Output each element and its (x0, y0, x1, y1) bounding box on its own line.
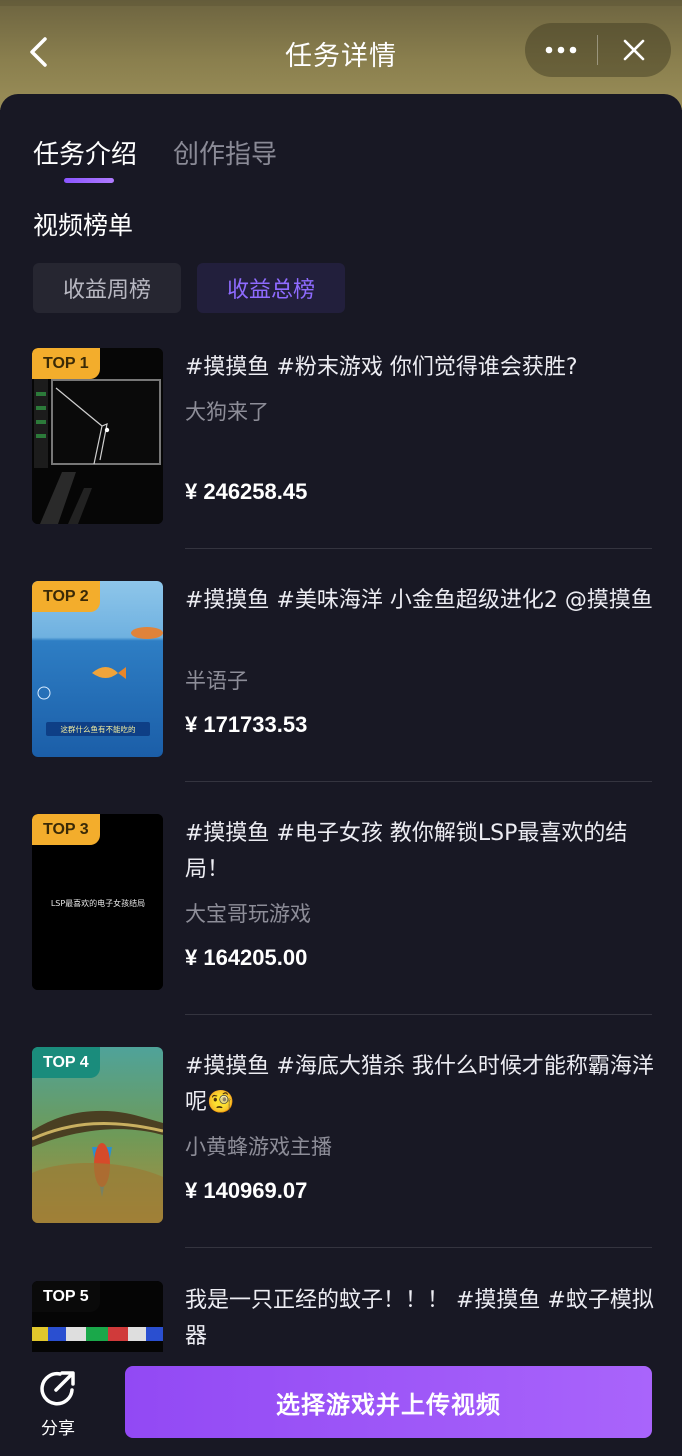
filter-total-earnings[interactable]: 收益总榜 (197, 263, 346, 313)
share-label: 分享 (41, 1419, 75, 1439)
video-title: 我是一只正经的蚊子！！！ #摸摸鱼 #蚊子模拟器 (185, 1288, 654, 1349)
video-title: #摸摸鱼 #粉末游戏 你们觉得谁会获胜? (185, 355, 578, 380)
item-divider (185, 1014, 652, 1015)
list-item[interactable]: TOP 1 #摸摸鱼 #粉末游戏 你们觉得谁会获胜? 大狗来了 ¥ 246258… (32, 348, 652, 558)
list-item[interactable]: LSP最喜欢的电子女孩结局 TOP 3 #摸摸鱼 #电子女孩 教你解锁LSP最喜… (32, 814, 652, 1024)
thumbnail-caption: LSP最喜欢的电子女孩结局 (51, 898, 145, 908)
item-divider (185, 1247, 652, 1248)
author-name: 大狗来了 (185, 400, 269, 424)
tab-creation-guide[interactable]: 创作指导 (173, 134, 277, 171)
ranking-filter: 收益周榜 收益总榜 (33, 263, 346, 313)
share-icon (40, 1371, 75, 1406)
tab-bar: 任务介绍 创作指导 (33, 134, 277, 171)
video-title: #摸摸鱼 #美味海洋 小金鱼超级进化2 @摸摸鱼 (185, 588, 653, 613)
more-dots-icon (545, 46, 577, 54)
item-divider (185, 548, 652, 549)
video-thumbnail[interactable]: 这群什么鱼有不能吃的 TOP 2 (32, 581, 163, 757)
list-item[interactable]: 这群什么鱼有不能吃的 TOP 2 #摸摸鱼 #美味海洋 小金鱼超级进化2 @摸摸… (32, 581, 653, 791)
video-title: #摸摸鱼 #电子女孩 教你解锁LSP最喜欢的结局！ (185, 821, 628, 882)
active-tab-indicator (64, 178, 114, 183)
list-item[interactable]: TOP 4 #摸摸鱼 #海底大猎杀 我什么时候才能称霸海洋呢🧐 小黄蜂游戏主播 … (32, 1047, 654, 1257)
thumbnail-caption: 这群什么鱼有不能吃的 (61, 724, 136, 734)
video-thumbnail[interactable]: TOP 4 (32, 1047, 163, 1223)
more-button[interactable] (525, 23, 597, 77)
tab-task-intro[interactable]: 任务介绍 (33, 134, 137, 171)
bottom-action-bar: 分享 选择游戏并上传视频 (0, 1352, 682, 1456)
close-button[interactable] (598, 23, 670, 77)
rank-badge: TOP 2 (32, 581, 100, 612)
filter-weekly-earnings[interactable]: 收益周榜 (33, 263, 182, 313)
earnings-amount: ¥ 164205.00 (185, 945, 308, 970)
status-bar (0, 0, 682, 6)
earnings-amount: ¥ 171733.53 (185, 712, 308, 737)
select-game-upload-button[interactable]: 选择游戏并上传视频 (125, 1366, 652, 1438)
author-name: 大宝哥玩游戏 (185, 902, 311, 926)
earnings-amount: ¥ 140969.07 (185, 1178, 308, 1203)
video-title: #摸摸鱼 #海底大猎杀 我什么时候才能称霸海洋呢🧐 (185, 1054, 654, 1115)
rank-badge: TOP 4 (32, 1047, 100, 1078)
item-divider (185, 781, 652, 782)
mini-program-capsule (525, 23, 671, 77)
rank-badge: TOP 5 (32, 1281, 100, 1312)
close-icon (623, 39, 645, 61)
section-title: 视频榜单 (33, 211, 134, 240)
content-sheet: 任务介绍 创作指导 视频榜单 收益周榜 收益总榜 TOP 1 #摸摸鱼 #粉末游… (0, 94, 682, 1456)
video-thumbnail[interactable]: LSP最喜欢的电子女孩结局 TOP 3 (32, 814, 163, 990)
share-button[interactable]: 分享 (30, 1368, 86, 1442)
author-name: 小黄蜂游戏主播 (185, 1135, 332, 1159)
earnings-amount: ¥ 246258.45 (185, 479, 308, 504)
rank-badge: TOP 3 (32, 814, 100, 845)
author-name: 半语子 (185, 669, 248, 693)
rank-badge: TOP 1 (32, 348, 100, 379)
video-thumbnail[interactable]: TOP 1 (32, 348, 163, 524)
